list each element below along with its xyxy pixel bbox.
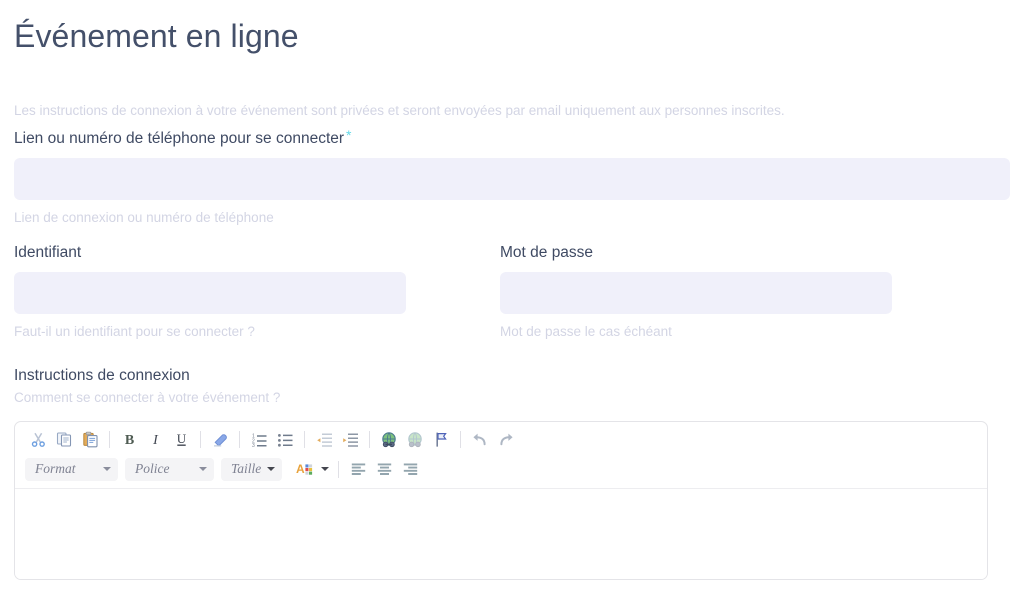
connection-link-label-text: Lien ou numéro de téléphone pour se conn… [14,130,345,147]
field-password: Mot de passe Mot de passe le cas échéant [500,242,892,341]
chevron-down-icon [103,467,111,471]
svg-text:I: I [152,433,159,448]
bold-icon[interactable]: B [116,428,142,452]
password-input[interactable] [500,272,892,314]
toolbar-separator [369,431,370,448]
bulleted-list-icon[interactable] [272,428,298,452]
remove-format-icon[interactable] [207,428,233,452]
toolbar-separator [338,460,339,478]
editor-toolbar-row-1: B I U 1 2 3 [25,426,981,453]
instructions-hint: Comment se connecter à votre événement ? [14,390,281,405]
svg-text:3: 3 [252,443,255,448]
required-asterisk: * [346,127,352,143]
text-color-icon: A [296,462,313,476]
instructions-label: Instructions de connexion [14,367,190,384]
credentials-row: Identifiant Faut-il un identifiant pour … [14,242,1010,341]
align-right-icon[interactable] [397,457,423,481]
align-left-icon[interactable] [345,457,371,481]
svg-text:B: B [124,433,133,448]
page-title: Événement en ligne [14,18,299,54]
undo-icon[interactable] [467,428,493,452]
toolbar-separator [239,431,240,448]
font-select[interactable]: Police [125,457,214,481]
outdent-icon[interactable] [311,428,337,452]
toolbar-separator [304,431,305,448]
anchor-icon[interactable] [428,428,454,452]
format-select[interactable]: Format [25,457,118,481]
identifier-input[interactable] [14,272,406,314]
connection-link-label: Lien ou numéro de téléphone pour se conn… [14,128,1010,150]
field-connection-link: Lien ou numéro de téléphone pour se conn… [14,128,1010,227]
paste-icon[interactable] [77,428,103,452]
size-select[interactable]: Taille [221,457,282,481]
password-hint: Mot de passe le cas échéant [500,324,672,339]
redo-icon[interactable] [493,428,519,452]
underline-icon[interactable]: U [168,428,194,452]
editor-toolbar-row-2: Format Police Taille A [25,454,981,484]
format-select-label: Format [35,461,76,476]
indent-icon[interactable] [337,428,363,452]
svg-text:A: A [296,462,305,476]
font-select-label: Police [135,461,170,476]
chevron-down-icon [199,467,207,471]
toolbar-separator [200,431,201,448]
intro-note: Les instructions de connexion à votre év… [14,103,785,118]
password-label: Mot de passe [500,244,594,261]
cut-icon[interactable] [25,428,51,452]
text-color-button[interactable]: A [291,457,332,481]
editor-toolbar: B I U 1 2 3 Format Police Taille A [15,422,987,489]
connection-link-input[interactable] [14,158,1010,200]
identifier-label: Identifiant [14,244,82,261]
editor-content-area[interactable] [15,489,987,579]
field-identifier: Identifiant Faut-il un identifiant pour … [14,242,406,341]
size-select-label: Taille [231,461,262,476]
online-event-form-page: Événement en ligne Les instructions de c… [0,0,1024,598]
toolbar-separator [109,431,110,448]
chevron-down-icon [267,467,275,471]
chevron-down-icon [321,467,329,471]
copy-icon[interactable] [51,428,77,452]
rich-text-editor: B I U 1 2 3 Format Police Taille A [14,421,988,580]
numbered-list-icon[interactable]: 1 2 3 [246,428,272,452]
italic-icon[interactable]: I [142,428,168,452]
svg-text:U: U [176,431,186,446]
link-icon[interactable] [376,428,402,452]
identifier-hint: Faut-il un identifiant pour se connecter… [14,324,255,339]
align-center-icon[interactable] [371,457,397,481]
unlink-icon[interactable] [402,428,428,452]
connection-link-hint: Lien de connexion ou numéro de téléphone [14,210,274,225]
toolbar-separator [460,431,461,448]
